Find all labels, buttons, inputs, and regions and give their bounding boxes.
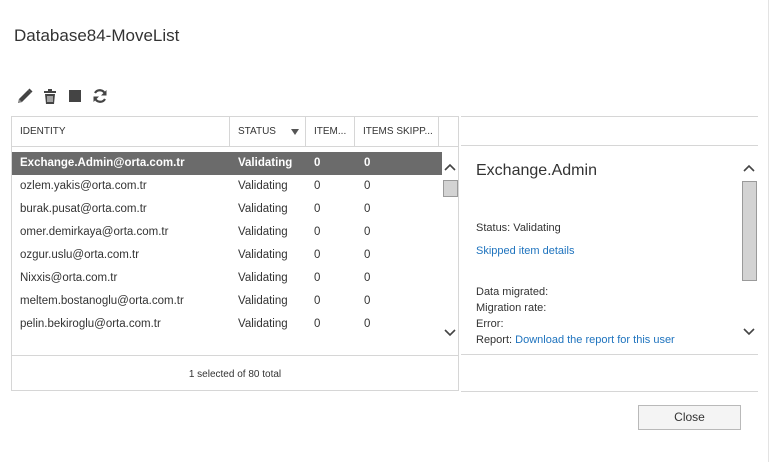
table-row[interactable]: meltem.bostanoglu@orta.com.tr Validating… [12, 290, 442, 313]
details-title: Exchange.Admin [476, 162, 597, 179]
refresh-icon [93, 89, 106, 103]
list-scroll-up-button[interactable] [444, 163, 456, 171]
details-scroll-up-button[interactable] [743, 164, 755, 172]
chevron-down-icon [743, 328, 755, 336]
row-items-skipped: 0 [364, 226, 371, 238]
table-row[interactable]: ozgur.uslu@orta.com.tr Validating 0 0 [12, 244, 442, 267]
download-report-link[interactable]: Download the report for this user [515, 334, 675, 346]
table-row[interactable]: omer.demirkaya@orta.com.tr Validating 0 … [12, 221, 442, 244]
row-items-skipped: 0 [364, 203, 371, 215]
toolbar [12, 86, 112, 106]
chevron-up-icon [743, 164, 755, 172]
column-header-items-skipped[interactable]: ITEMS SKIPP... [355, 117, 439, 146]
list-header: IDENTITY STATUS ITEM... ITEMS SKIPP... [12, 117, 458, 147]
row-items-skipped: 0 [364, 157, 371, 169]
close-button[interactable]: Close [638, 405, 741, 430]
row-identity: ozlem.yakis@orta.com.tr [20, 180, 147, 192]
details-status: Status: Validating [476, 222, 561, 234]
row-items-skipped: 0 [364, 272, 371, 284]
row-items: 0 [314, 203, 321, 215]
skipped-item-details-link[interactable]: Skipped item details [476, 245, 574, 257]
edit-button[interactable] [12, 86, 37, 106]
row-items: 0 [314, 226, 321, 238]
row-identity: Exchange.Admin@orta.com.tr [20, 157, 185, 169]
details-error: Error: [476, 318, 504, 330]
column-header-status-label: STATUS [238, 126, 276, 137]
details-data-migrated: Data migrated: [476, 286, 549, 298]
details-divider [461, 391, 758, 392]
row-status: Validating [238, 203, 288, 215]
page-title: Database84-MoveList [14, 26, 180, 45]
stop-icon [68, 90, 81, 102]
row-status: Validating [238, 157, 293, 169]
row-items: 0 [314, 318, 321, 330]
table-row[interactable]: burak.pusat@orta.com.tr Validating 0 0 [12, 198, 442, 221]
row-identity: meltem.bostanoglu@orta.com.tr [20, 295, 184, 307]
row-items-skipped: 0 [364, 295, 371, 307]
row-status: Validating [238, 180, 288, 192]
details-divider [461, 116, 758, 117]
row-status: Validating [238, 295, 288, 307]
list-rows: Exchange.Admin@orta.com.tr Validating 0 … [12, 152, 442, 336]
row-items: 0 [314, 157, 321, 169]
details-report: Report: Download the report for this use… [476, 334, 675, 346]
chevron-up-icon [444, 163, 456, 171]
row-identity: burak.pusat@orta.com.tr [20, 203, 147, 215]
list-scrollbar-thumb[interactable] [443, 180, 458, 197]
refresh-button[interactable] [87, 86, 112, 106]
row-items-skipped: 0 [364, 318, 371, 330]
details-divider [461, 145, 758, 146]
row-identity: ozgur.uslu@orta.com.tr [20, 249, 140, 261]
row-items-skipped: 0 [364, 180, 371, 192]
chevron-down-icon [444, 329, 456, 337]
row-items-skipped: 0 [364, 249, 371, 261]
row-status: Validating [238, 318, 288, 330]
row-identity: pelin.bekiroglu@orta.com.tr [20, 318, 161, 330]
details-divider [461, 354, 758, 355]
remove-button[interactable] [37, 86, 62, 106]
row-items: 0 [314, 295, 321, 307]
list-scroll-down-button[interactable] [444, 329, 456, 337]
details-migration-rate: Migration rate: [476, 302, 547, 314]
row-identity: omer.demirkaya@orta.com.tr [20, 226, 169, 238]
trash-icon [43, 88, 56, 104]
table-row[interactable]: pelin.bekiroglu@orta.com.tr Validating 0… [12, 313, 442, 336]
table-row[interactable]: Exchange.Admin@orta.com.tr Validating 0 … [12, 152, 442, 175]
selection-count: 1 selected of 80 total [12, 355, 458, 390]
table-row[interactable]: ozlem.yakis@orta.com.tr Validating 0 0 [12, 175, 442, 198]
row-status: Validating [238, 249, 288, 261]
move-list-panel: IDENTITY STATUS ITEM... ITEMS SKIPP... E… [11, 116, 459, 391]
row-items: 0 [314, 249, 321, 261]
pencil-icon [17, 88, 32, 103]
row-status: Validating [238, 226, 288, 238]
row-items: 0 [314, 272, 321, 284]
details-report-label: Report: [476, 334, 513, 346]
details-scroll-down-button[interactable] [743, 328, 755, 336]
table-row[interactable]: Nixxis@orta.com.tr Validating 0 0 [12, 267, 442, 290]
row-identity: Nixxis@orta.com.tr [20, 272, 118, 284]
column-header-identity[interactable]: IDENTITY [12, 117, 230, 146]
sort-down-icon [291, 129, 299, 135]
window-edge [768, 0, 769, 462]
stop-button[interactable] [62, 86, 87, 106]
column-header-items[interactable]: ITEM... [306, 117, 355, 146]
column-header-status[interactable]: STATUS [230, 117, 306, 146]
row-status: Validating [238, 272, 288, 284]
details-scrollbar-thumb[interactable] [742, 181, 757, 281]
row-items: 0 [314, 180, 321, 192]
